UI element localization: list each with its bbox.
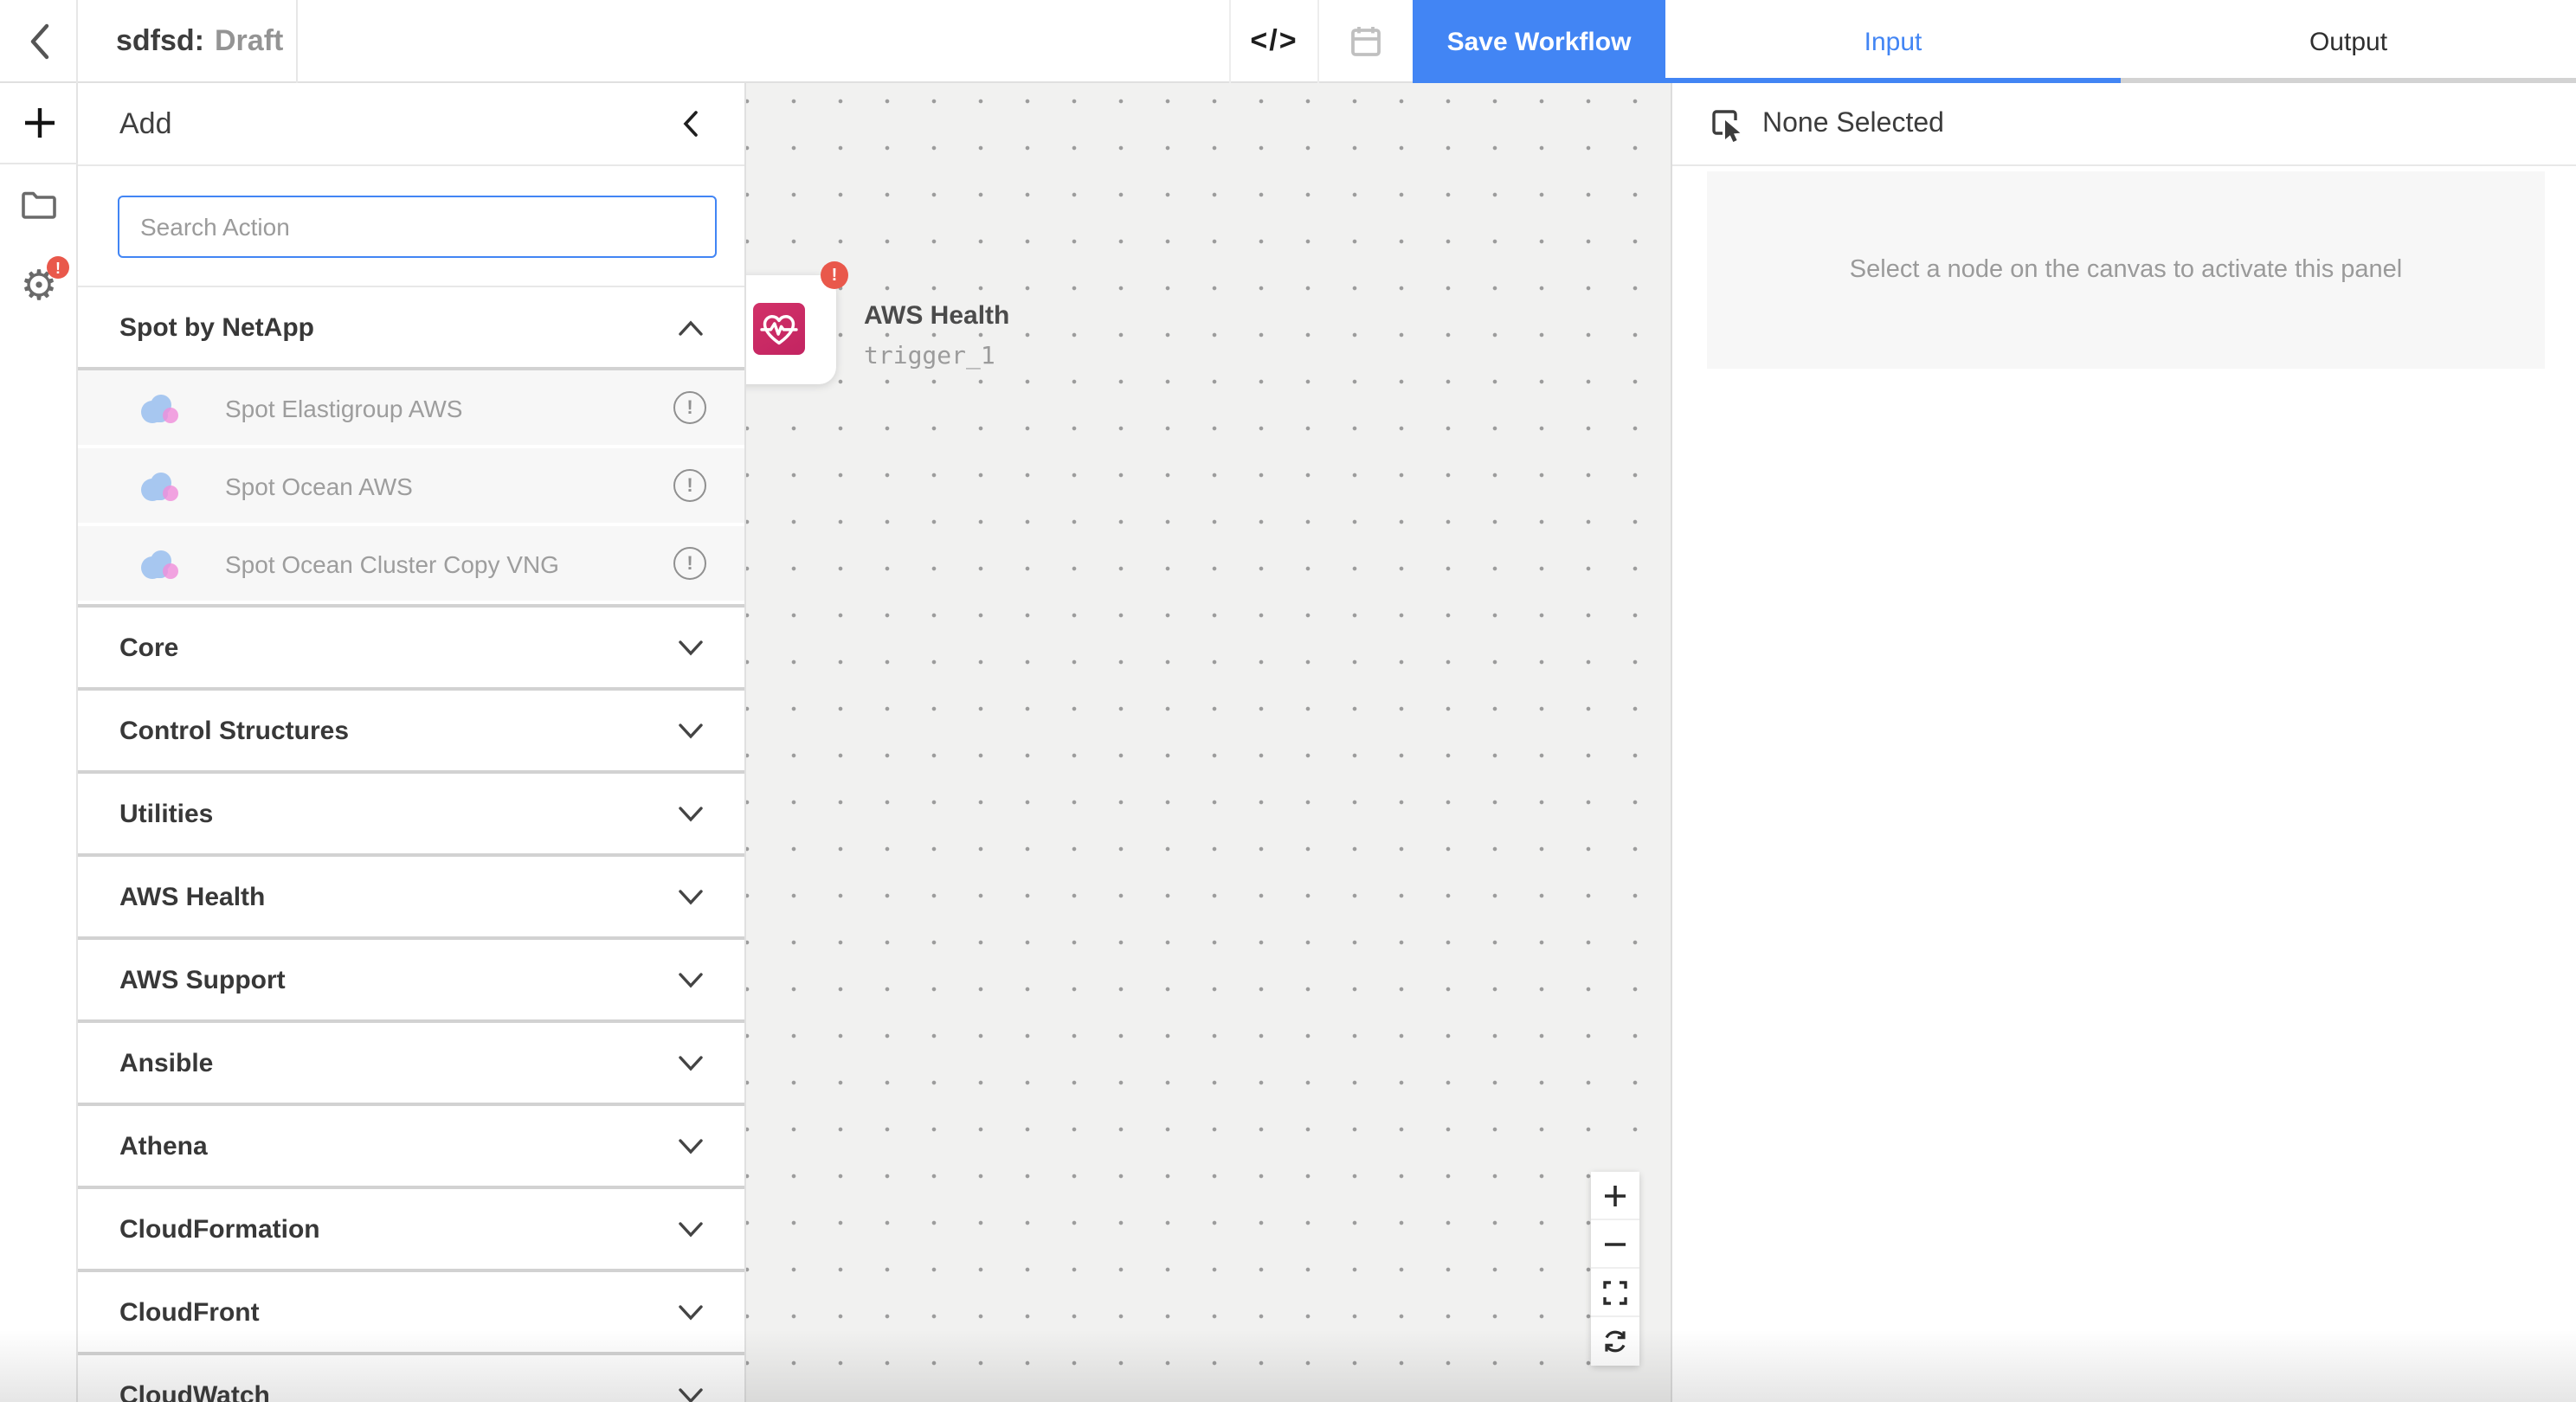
zoom-in-button[interactable] <box>1591 1172 1639 1220</box>
accordion-section-utilities[interactable]: Utilities <box>78 774 744 853</box>
spot-cloud-icon <box>138 390 184 425</box>
cursor-select-icon <box>1707 105 1745 143</box>
action-item-spot-ocean-aws[interactable]: Spot Ocean AWS ! <box>78 448 744 526</box>
workflow-title: sdfsd: Draft <box>78 0 298 83</box>
accordion-section-core[interactable]: Core <box>78 608 744 687</box>
reset-view-button[interactable] <box>1591 1317 1639 1366</box>
action-item-spot-ocean-cluster-copy-vng[interactable]: Spot Ocean Cluster Copy VNG ! <box>78 526 744 604</box>
action-item-spot-elastigroup-aws[interactable]: Spot Elastigroup AWS ! <box>78 370 744 448</box>
accordion-items: Spot Elastigroup AWS ! Spot Ocean AWS ! <box>78 370 744 604</box>
accordion-section-spot-by-netapp[interactable]: Spot by NetApp <box>78 287 744 367</box>
save-workflow-button[interactable]: Save Workflow <box>1413 0 1665 83</box>
tab-output[interactable]: Output <box>2121 0 2576 83</box>
fit-view-button[interactable] <box>1591 1269 1639 1317</box>
code-view-button[interactable]: </> <box>1229 0 1319 83</box>
chevron-down-icon <box>679 972 703 987</box>
inspector-empty-message: Select a node on the canvas to activate … <box>1850 256 2402 284</box>
accordion-section-aws-health[interactable]: AWS Health <box>78 857 744 936</box>
accordion-section-aws-support[interactable]: AWS Support <box>78 940 744 1019</box>
heart-pulse-icon <box>753 303 805 355</box>
workflow-canvas[interactable]: ! AWS Health trigger_1 <box>746 83 1671 1402</box>
back-button[interactable] <box>0 0 78 83</box>
fit-view-icon <box>1603 1280 1627 1304</box>
chevron-down-icon <box>679 889 703 904</box>
workflow-editor-app: sdfsd: Draft </> Save Workflow Input Out… <box>0 0 2576 1402</box>
plus-icon <box>20 104 58 142</box>
inspector-empty-state: Select a node on the canvas to activate … <box>1707 171 2545 369</box>
schedule-button[interactable] <box>1319 0 1413 83</box>
settings-alert-badge: ! <box>47 256 69 279</box>
search-row <box>78 166 744 287</box>
chevron-down-icon <box>679 1221 703 1237</box>
chevron-left-icon <box>681 111 697 137</box>
panel-tabs: Input Output <box>1665 0 2576 83</box>
accordion-section-athena[interactable]: Athena <box>78 1106 744 1186</box>
chevron-down-icon <box>679 1055 703 1071</box>
chevron-down-icon <box>679 806 703 821</box>
accordion-section-cloudfront[interactable]: CloudFront <box>78 1272 744 1352</box>
canvas-zoom-controls <box>1591 1172 1639 1366</box>
node-title: AWS Health <box>864 301 1009 331</box>
zoom-out-button[interactable] <box>1591 1220 1639 1269</box>
files-rail-button[interactable] <box>0 164 78 246</box>
add-panel-header: Add <box>78 83 744 166</box>
code-icon: </> <box>1250 24 1298 59</box>
accordion-section-control-structures[interactable]: Control Structures <box>78 691 744 770</box>
chevron-up-icon <box>679 319 703 335</box>
left-icon-rail: ⚙ ! <box>0 83 78 1402</box>
add-node-rail-button[interactable] <box>0 83 78 164</box>
reset-icon <box>1601 1328 1629 1355</box>
settings-rail-button[interactable]: ⚙ ! <box>0 246 78 327</box>
info-icon[interactable]: ! <box>673 391 706 424</box>
spot-cloud-icon <box>138 468 184 503</box>
minus-icon <box>1603 1232 1627 1256</box>
info-icon[interactable]: ! <box>673 469 706 502</box>
plus-icon <box>1603 1183 1627 1207</box>
inspector-header: None Selected <box>1672 83 2576 166</box>
accordion-section-cloudwatch[interactable]: CloudWatch <box>78 1355 744 1402</box>
collapse-panel-button[interactable] <box>668 103 710 145</box>
spot-cloud-icon <box>138 546 184 581</box>
node-error-badge: ! <box>821 261 848 289</box>
accordion-section-ansible[interactable]: Ansible <box>78 1023 744 1103</box>
chevron-down-icon <box>679 1138 703 1154</box>
chevron-down-icon <box>679 1387 703 1402</box>
chevron-down-icon <box>679 723 703 738</box>
add-action-panel: Add Spot by NetApp <box>78 83 746 1402</box>
inspector-panel: None Selected Select a node on the canva… <box>1671 83 2576 1402</box>
workflow-name: sdfsd: <box>116 24 204 59</box>
add-panel-title: Add <box>119 106 668 141</box>
back-chevron-icon <box>27 23 49 61</box>
node-subtitle: trigger_1 <box>864 343 995 370</box>
inspector-header-label: None Selected <box>1762 108 1944 139</box>
tab-input[interactable]: Input <box>1665 0 2121 83</box>
workflow-status: Draft <box>215 24 283 59</box>
chevron-down-icon <box>679 1304 703 1320</box>
calendar-icon <box>1347 23 1385 61</box>
accordion-section-cloudformation[interactable]: CloudFormation <box>78 1189 744 1269</box>
info-icon[interactable]: ! <box>673 547 706 580</box>
search-action-input[interactable] <box>118 195 717 257</box>
top-bar: sdfsd: Draft </> Save Workflow Input Out… <box>0 0 2576 83</box>
chevron-down-icon <box>679 640 703 655</box>
folder-icon <box>21 190 57 220</box>
